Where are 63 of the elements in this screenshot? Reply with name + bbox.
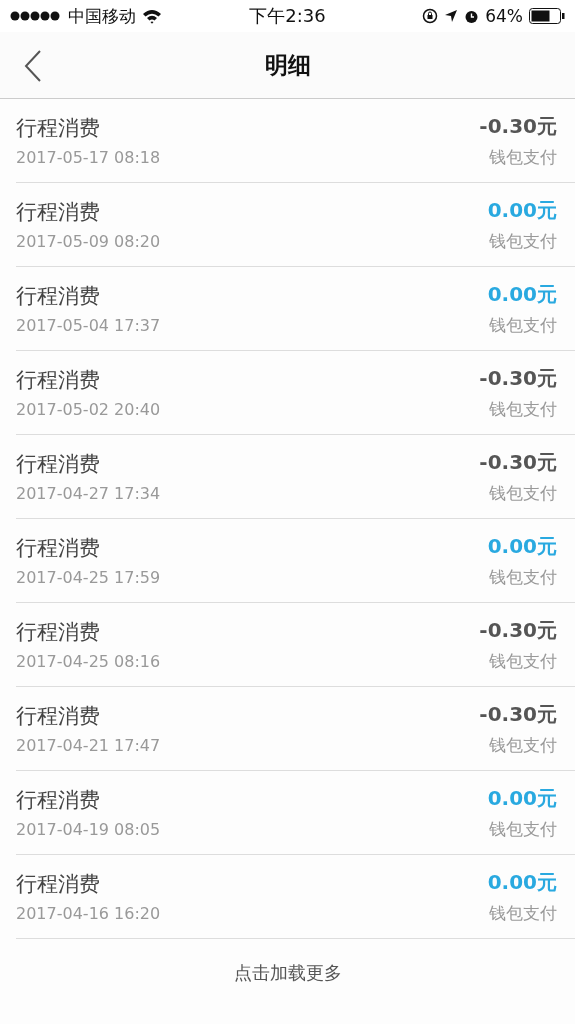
record-time: 2017-05-04 17:37 bbox=[16, 316, 161, 335]
back-button[interactable] bbox=[24, 48, 44, 84]
payment-method: 钱包支付 bbox=[489, 229, 557, 253]
payment-method: 钱包支付 bbox=[489, 565, 557, 589]
record-amount: -0.30元 bbox=[479, 616, 557, 644]
record-time: 2017-05-09 08:20 bbox=[16, 232, 161, 251]
payment-method: 钱包支付 bbox=[489, 145, 557, 169]
signal-icon bbox=[10, 10, 62, 22]
record-amount: 0.00元 bbox=[487, 280, 557, 308]
payment-method: 钱包支付 bbox=[489, 817, 557, 841]
carrier-name: 中国移动 bbox=[68, 4, 136, 28]
record-time: 2017-04-16 16:20 bbox=[16, 904, 161, 923]
record-row[interactable]: 行程消费 2017-04-16 16:20 0.00元 钱包支付 bbox=[16, 855, 575, 939]
record-amount: 0.00元 bbox=[487, 196, 557, 224]
record-time: 2017-04-21 17:47 bbox=[16, 736, 161, 755]
record-row[interactable]: 行程消费 2017-04-25 08:16 -0.30元 钱包支付 bbox=[16, 603, 575, 687]
payment-method: 钱包支付 bbox=[489, 397, 557, 421]
record-time: 2017-04-25 17:59 bbox=[16, 568, 161, 587]
record-row[interactable]: 行程消费 2017-04-25 17:59 0.00元 钱包支付 bbox=[16, 519, 575, 603]
record-time: 2017-04-25 08:16 bbox=[16, 652, 161, 671]
payment-method: 钱包支付 bbox=[489, 313, 557, 337]
record-amount: -0.30元 bbox=[479, 700, 557, 728]
page-title: 明细 bbox=[264, 50, 311, 80]
record-amount: -0.30元 bbox=[479, 448, 557, 476]
load-more-button[interactable]: 点击加载更多 bbox=[225, 957, 350, 989]
record-time: 2017-05-02 20:40 bbox=[16, 400, 161, 419]
record-title: 行程消费 bbox=[16, 535, 101, 562]
record-row[interactable]: 行程消费 2017-04-21 17:47 -0.30元 钱包支付 bbox=[16, 687, 575, 771]
record-row[interactable]: 行程消费 2017-04-27 17:34 -0.30元 钱包支付 bbox=[16, 435, 575, 519]
record-amount: -0.30元 bbox=[479, 112, 557, 140]
rotation-lock-icon bbox=[422, 8, 439, 24]
record-title: 行程消费 bbox=[16, 199, 101, 226]
record-amount: 0.00元 bbox=[487, 868, 557, 896]
record-time: 2017-04-27 17:34 bbox=[16, 484, 161, 503]
record-title: 行程消费 bbox=[16, 115, 101, 142]
back-icon bbox=[24, 49, 42, 83]
record-amount: 0.00元 bbox=[487, 784, 557, 812]
record-title: 行程消费 bbox=[16, 787, 101, 814]
record-time: 2017-05-17 08:18 bbox=[16, 148, 161, 167]
location-icon bbox=[444, 9, 459, 23]
record-amount: -0.30元 bbox=[479, 364, 557, 392]
record-title: 行程消费 bbox=[16, 367, 101, 394]
battery-icon bbox=[529, 8, 565, 24]
record-title: 行程消费 bbox=[16, 451, 101, 478]
record-row[interactable]: 行程消费 2017-04-19 08:05 0.00元 钱包支付 bbox=[16, 771, 575, 855]
payment-method: 钱包支付 bbox=[489, 481, 557, 505]
status-time: 下午2:36 bbox=[249, 4, 326, 28]
payment-method: 钱包支付 bbox=[489, 901, 557, 925]
record-amount: 0.00元 bbox=[487, 532, 557, 560]
record-row[interactable]: 行程消费 2017-05-04 17:37 0.00元 钱包支付 bbox=[16, 267, 575, 351]
payment-method: 钱包支付 bbox=[489, 649, 557, 673]
record-row[interactable]: 行程消费 2017-05-02 20:40 -0.30元 钱包支付 bbox=[16, 351, 575, 435]
record-title: 行程消费 bbox=[16, 871, 101, 898]
record-title: 行程消费 bbox=[16, 283, 101, 310]
alarm-icon bbox=[464, 8, 480, 24]
record-title: 行程消费 bbox=[16, 619, 101, 646]
record-row[interactable]: 行程消费 2017-05-09 08:20 0.00元 钱包支付 bbox=[16, 183, 575, 267]
battery-percent: 64% bbox=[485, 6, 523, 26]
payment-method: 钱包支付 bbox=[489, 733, 557, 757]
record-title: 行程消费 bbox=[16, 703, 101, 730]
record-row[interactable]: 行程消费 2017-05-17 08:18 -0.30元 钱包支付 bbox=[16, 99, 575, 183]
wifi-icon bbox=[142, 8, 162, 24]
record-time: 2017-04-19 08:05 bbox=[16, 820, 161, 839]
